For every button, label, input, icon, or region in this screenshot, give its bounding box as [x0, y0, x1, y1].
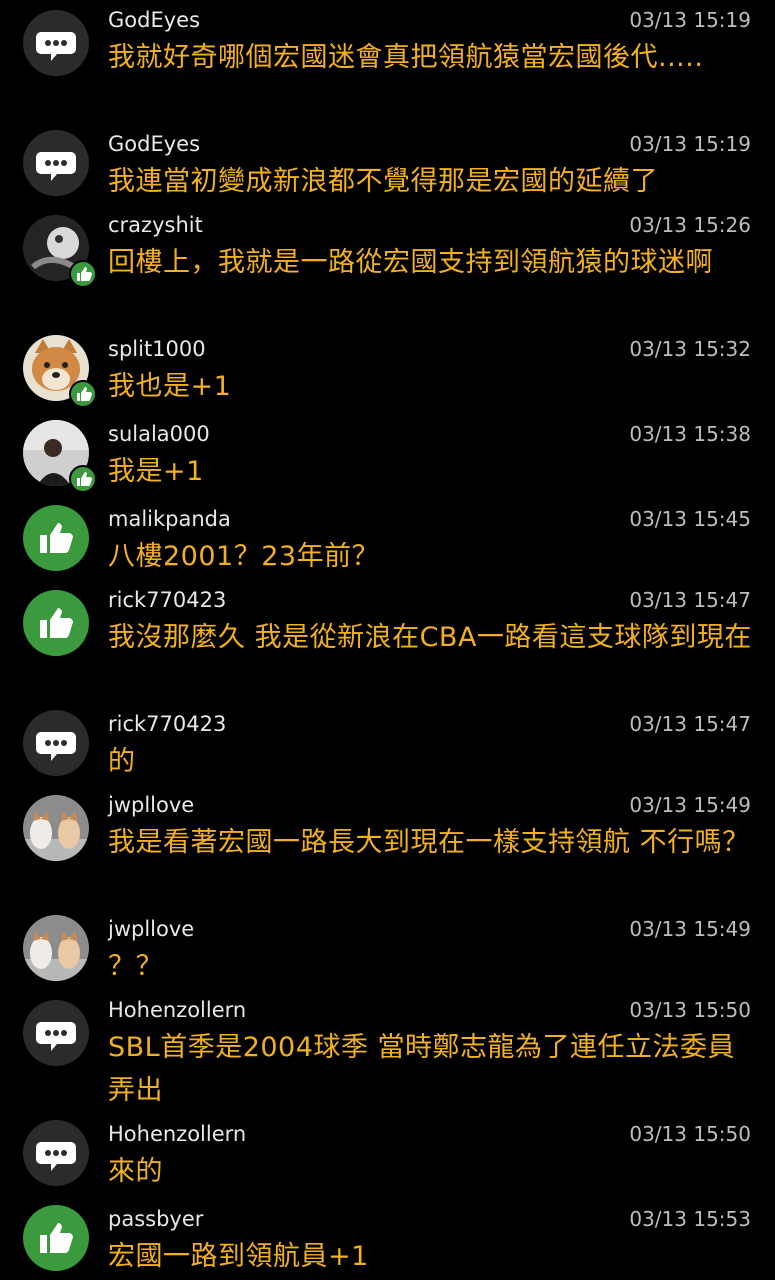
comment-username[interactable]: rick770423 [108, 587, 226, 613]
comment-timestamp: 03/13 15:49 [629, 917, 751, 941]
comment-username[interactable]: GodEyes [108, 131, 200, 157]
comment-username[interactable]: crazyshit [108, 212, 203, 238]
avatar[interactable] [23, 10, 89, 76]
avatar[interactable] [23, 1205, 89, 1271]
avatar[interactable] [23, 335, 97, 408]
comment-text: 八樓2001？23年前？ [108, 541, 380, 572]
avatar[interactable] [23, 1000, 89, 1066]
comment-timestamp: 03/13 15:26 [629, 213, 751, 237]
speech-bubble-icon [23, 1120, 89, 1186]
comment-text: 宏國一路到領航員+1 [108, 1241, 369, 1272]
thumbs-up-icon [23, 1205, 89, 1271]
comment-text: 我沒那麼久 我是從新浪在CBA一路看這支球隊到現在 [108, 622, 752, 653]
cats-photo [23, 915, 89, 981]
comment-username[interactable]: sulala000 [108, 421, 210, 447]
thumbs-up-icon [69, 465, 97, 493]
comment-username[interactable]: rick770423 [108, 711, 226, 737]
comment-timestamp: 03/13 15:50 [629, 998, 751, 1022]
comment-username[interactable]: malikpanda [108, 506, 231, 532]
avatar[interactable] [23, 590, 89, 656]
thumbs-up-icon [23, 505, 89, 571]
speech-bubble-icon [23, 130, 89, 196]
comment-timestamp: 03/13 15:38 [629, 422, 751, 446]
comment-text: 的 [108, 746, 136, 777]
comment-timestamp: 03/13 15:32 [629, 337, 751, 361]
avatar[interactable] [23, 1120, 89, 1186]
comment-timestamp: 03/13 15:19 [629, 132, 751, 156]
avatar[interactable] [23, 130, 89, 196]
comment-username[interactable]: passbyer [108, 1206, 203, 1232]
comment-timestamp: 03/13 15:49 [629, 793, 751, 817]
comment-username[interactable]: split1000 [108, 336, 206, 362]
avatar[interactable] [23, 915, 89, 981]
comment-timestamp: 03/13 15:53 [629, 1207, 751, 1231]
avatar[interactable] [23, 420, 97, 493]
comment-timestamp: 03/13 15:47 [629, 588, 751, 612]
comment-text: 我就好奇哪個宏國迷會真把領航猿當宏國後代..... [108, 42, 704, 73]
comment-username[interactable]: jwpllove [108, 916, 194, 942]
comment-text: SBL首季是2004球季 當時鄭志龍為了連任立法委員弄出 [108, 1032, 735, 1106]
avatar[interactable] [23, 710, 89, 776]
comment-text: 我是+1 [108, 456, 204, 487]
comment-text: 我也是+1 [108, 371, 232, 402]
comment-timestamp: 03/13 15:19 [629, 8, 751, 32]
cats-photo [23, 795, 89, 861]
comment-timestamp: 03/13 15:50 [629, 1122, 751, 1146]
avatar[interactable] [23, 505, 89, 571]
thumbs-up-icon [69, 380, 97, 408]
thumbs-up-icon [69, 260, 97, 288]
comment-username[interactable]: Hohenzollern [108, 1121, 246, 1147]
comment-text: 回樓上，我就是一路從宏國支持到領航猿的球迷啊 [108, 247, 713, 278]
speech-bubble-icon [23, 10, 89, 76]
comment-timestamp: 03/13 15:45 [629, 507, 751, 531]
avatar[interactable] [23, 795, 89, 861]
comment-text: ？？ [108, 951, 163, 982]
comment-text: 我連當初變成新浪都不覺得那是宏國的延續了 [108, 166, 658, 197]
comment-username[interactable]: GodEyes [108, 7, 200, 33]
comment-username[interactable]: Hohenzollern [108, 997, 246, 1023]
avatar[interactable] [23, 215, 97, 288]
comment-text: 我是看著宏國一路長大到現在一樣支持領航 不行嗎？ [108, 827, 750, 858]
comment-text: 來的 [108, 1156, 163, 1187]
speech-bubble-icon [23, 710, 89, 776]
speech-bubble-icon [23, 1000, 89, 1066]
comment-timestamp: 03/13 15:47 [629, 712, 751, 736]
comment-username[interactable]: jwpllove [108, 792, 194, 818]
thumbs-up-icon [23, 590, 89, 656]
